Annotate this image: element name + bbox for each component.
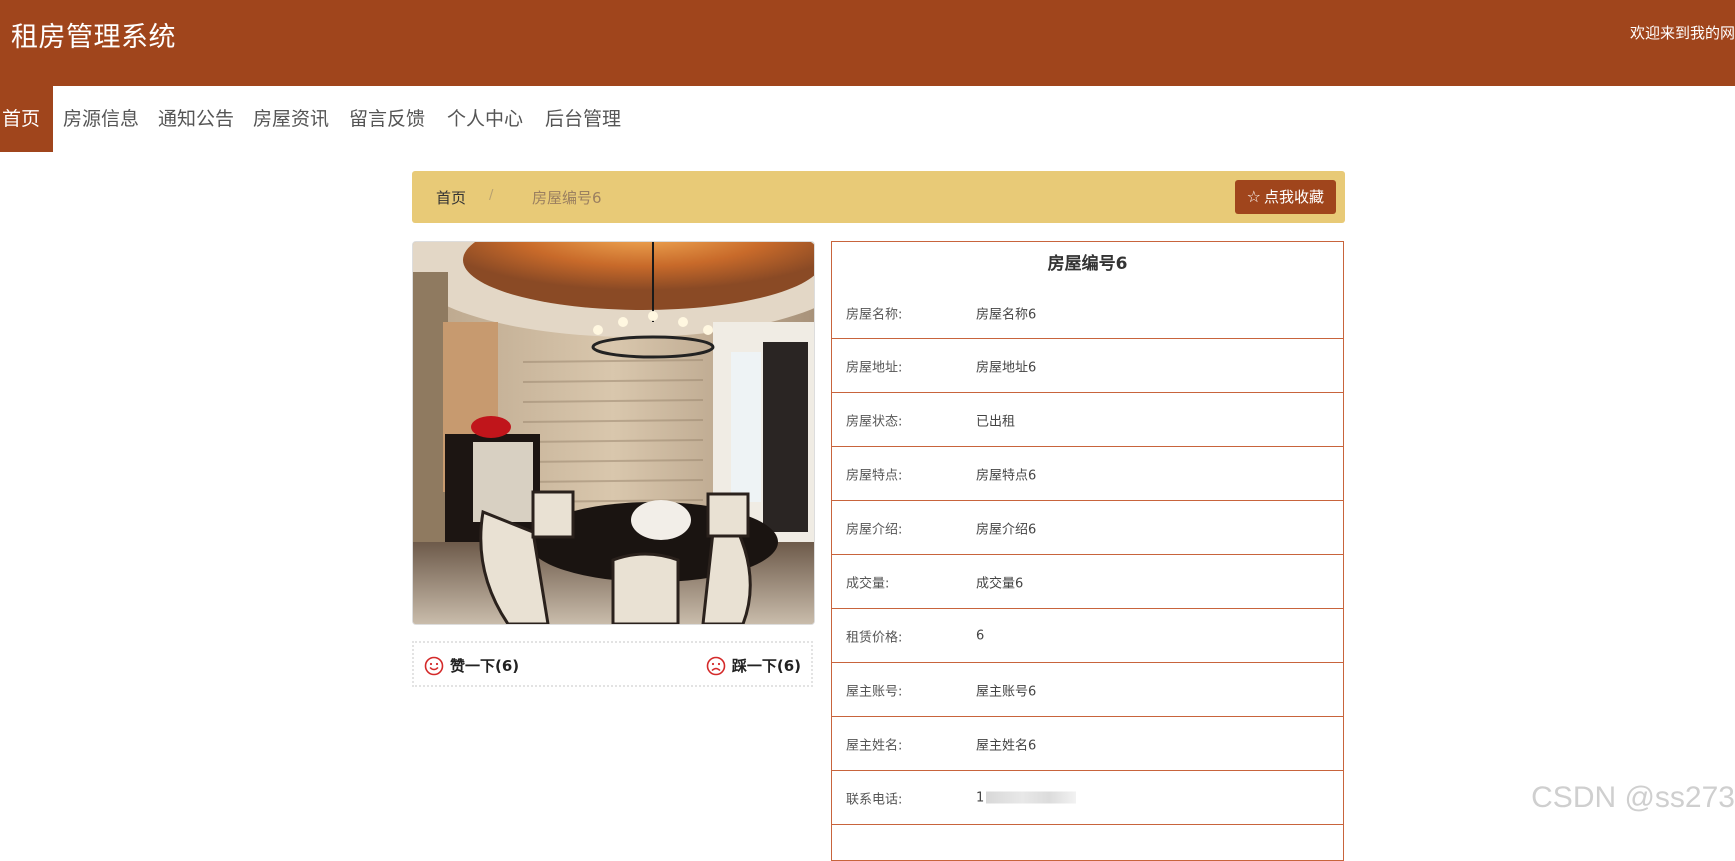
- nav-item-profile[interactable]: 个人中心: [447, 86, 523, 152]
- breadcrumb: 首页 / 房屋编号6 ☆ 点我收藏: [412, 171, 1345, 223]
- dislike-label: 踩一下(6): [731, 657, 801, 675]
- frown-icon: [706, 656, 726, 675]
- detail-key: 屋主姓名:: [846, 738, 903, 753]
- detail-row-owner-name: 屋主姓名: 屋主姓名6: [832, 717, 1343, 771]
- detail-row-status: 房屋状态: 已出租: [832, 393, 1343, 447]
- detail-value: 已出租: [976, 414, 1016, 429]
- vote-bar: 赞一下(6) 踩一下(6): [412, 641, 813, 687]
- nav-item-home[interactable]: 首页: [0, 86, 53, 152]
- nav-item-news[interactable]: 房屋资讯: [253, 86, 329, 152]
- redacted-phone: [986, 791, 1077, 804]
- dislike-button[interactable]: 踩一下(6): [706, 655, 801, 676]
- phone-visible-digit: 1: [976, 790, 985, 805]
- star-icon: ☆: [1246, 187, 1261, 206]
- detail-value: 房屋介绍6: [976, 522, 1037, 537]
- main-nav: 首页 房源信息 通知公告 房屋资讯 留言反馈 个人中心 后台管理: [0, 86, 1735, 152]
- detail-row-phone: 联系电话: 1: [832, 771, 1343, 825]
- detail-row-owner-account: 屋主账号: 屋主账号6: [832, 663, 1343, 717]
- detail-title: 房屋编号6: [1047, 254, 1128, 274]
- nav-item-feedback[interactable]: 留言反馈: [349, 86, 425, 152]
- nav-item-notices[interactable]: 通知公告: [158, 86, 234, 152]
- site-title: 租房管理系统: [11, 22, 176, 53]
- detail-key: 房屋特点:: [846, 468, 903, 483]
- watermark: CSDN @ss273: [1531, 781, 1735, 814]
- house-photo: [412, 241, 815, 625]
- favorite-button-label: 点我收藏: [1263, 188, 1324, 206]
- dining-room-image: [413, 242, 814, 624]
- detail-row-intro: 房屋介绍: 房屋介绍6: [832, 501, 1343, 555]
- detail-value: 房屋特点6: [976, 468, 1037, 483]
- welcome-text: 欢迎来到我的网: [1629, 24, 1735, 42]
- detail-key: 房屋状态:: [846, 414, 903, 429]
- top-header: 租房管理系统 欢迎来到我的网: [0, 0, 1735, 86]
- like-label: 赞一下(6): [450, 657, 520, 675]
- detail-value: 房屋名称6: [976, 307, 1037, 322]
- detail-key: 屋主账号:: [846, 684, 903, 699]
- breadcrumb-current: 房屋编号6: [532, 189, 602, 207]
- favorite-button[interactable]: ☆ 点我收藏: [1234, 180, 1336, 214]
- detail-key: 房屋名称:: [846, 307, 903, 322]
- detail-value: 1: [976, 790, 1077, 805]
- detail-row-address: 房屋地址: 房屋地址6: [832, 339, 1343, 393]
- detail-row-name: 房屋名称: 房屋名称6: [832, 287, 1343, 339]
- detail-value: 屋主姓名6: [976, 738, 1037, 753]
- detail-key: 租赁价格:: [846, 630, 903, 645]
- nav-item-listings[interactable]: 房源信息: [63, 86, 139, 152]
- house-detail-panel: 房屋编号6 房屋名称: 房屋名称6 房屋地址: 房屋地址6 房屋状态: 已出租 …: [831, 241, 1344, 861]
- detail-row-volume: 成交量: 成交量6: [832, 555, 1343, 609]
- detail-value: 房屋地址6: [976, 360, 1037, 375]
- detail-key: 房屋地址:: [846, 360, 903, 375]
- breadcrumb-separator: /: [489, 188, 494, 203]
- detail-value: 成交量6: [976, 576, 1024, 591]
- detail-value: 6: [976, 628, 985, 643]
- detail-row-price: 租赁价格: 6: [832, 609, 1343, 663]
- detail-row-features: 房屋特点: 房屋特点6: [832, 447, 1343, 501]
- detail-key: 联系电话:: [846, 792, 903, 807]
- nav-item-admin[interactable]: 后台管理: [545, 86, 621, 152]
- detail-key: 房屋介绍:: [846, 522, 903, 537]
- like-button[interactable]: 赞一下(6): [424, 655, 519, 676]
- breadcrumb-home-link[interactable]: 首页: [436, 187, 466, 208]
- detail-value: 屋主账号6: [976, 684, 1037, 699]
- detail-key: 成交量:: [846, 576, 890, 591]
- smile-icon: [424, 656, 444, 675]
